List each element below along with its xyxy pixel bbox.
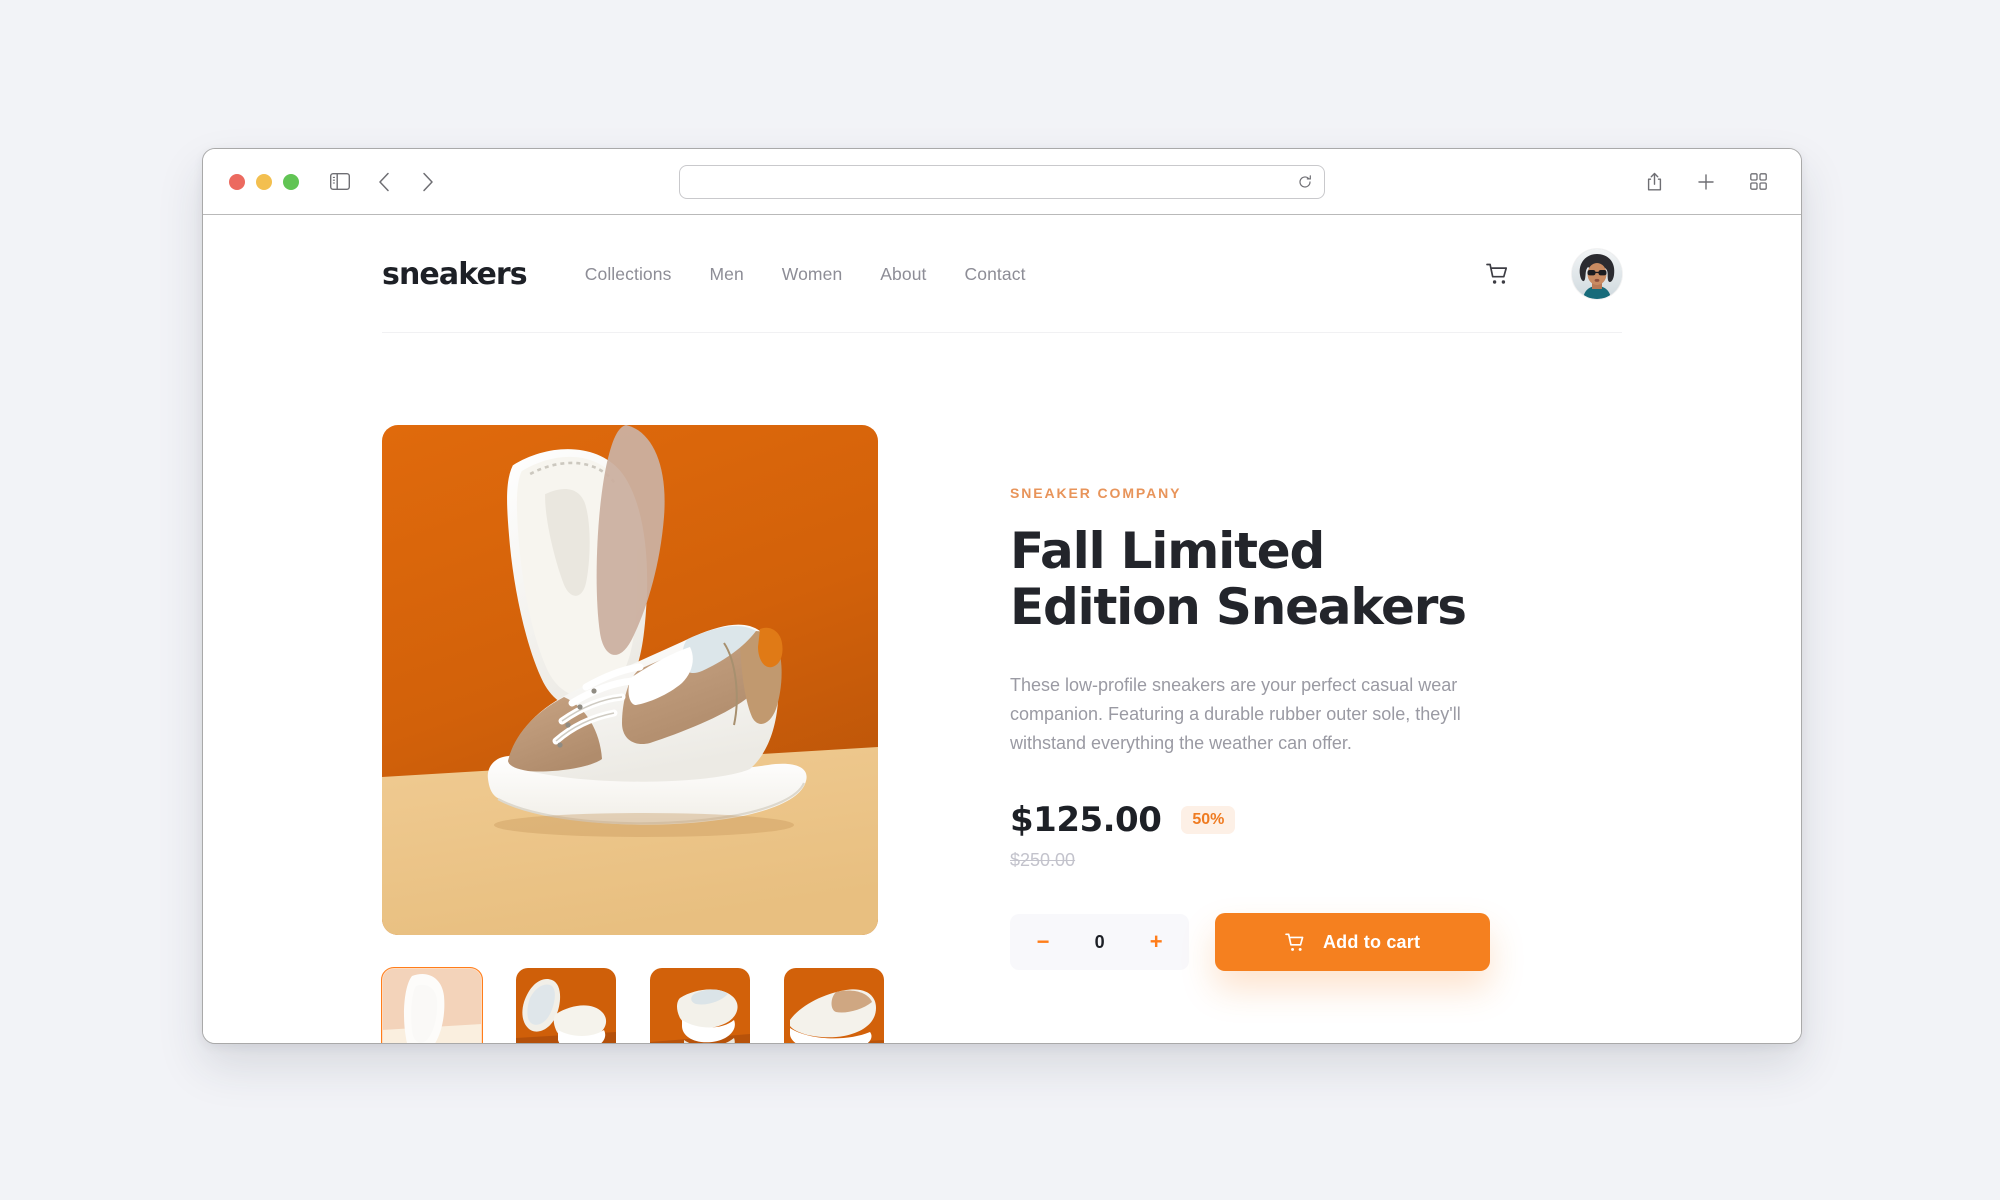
- nav-item-contact[interactable]: Contact: [965, 264, 1026, 285]
- browser-window: sneakers Collections Men Women About Con…: [202, 148, 1802, 1044]
- page-content: sneakers Collections Men Women About Con…: [203, 215, 1801, 1043]
- avatar[interactable]: [1572, 249, 1622, 299]
- product-thumbnail-2[interactable]: [516, 968, 616, 1043]
- product-actions: − 0 + Add to cart: [1010, 913, 1490, 972]
- product-info: SNEAKER COMPANY Fall Limited Edition Sne…: [1010, 425, 1490, 1043]
- cart-icon[interactable]: [1486, 263, 1510, 285]
- product-gallery: [381, 425, 884, 1043]
- nav-item-women[interactable]: Women: [782, 264, 842, 285]
- nav-item-men[interactable]: Men: [709, 264, 743, 285]
- minimize-window-button[interactable]: [256, 173, 272, 190]
- add-to-cart-button[interactable]: Add to cart: [1215, 913, 1490, 972]
- browser-nav-controls: [323, 165, 445, 199]
- product-thumbnails: [381, 967, 884, 1043]
- close-window-button[interactable]: [229, 173, 245, 190]
- plus-icon[interactable]: [1689, 165, 1723, 199]
- header-actions: [1486, 249, 1622, 299]
- product-thumbnail-1[interactable]: [381, 967, 483, 1043]
- browser-toolbar: [203, 149, 1801, 215]
- product-title: Fall Limited Edition Sneakers: [1010, 522, 1467, 636]
- current-price: $125.00: [1010, 800, 1162, 841]
- maximize-window-button[interactable]: [283, 173, 299, 190]
- back-icon[interactable]: [367, 165, 401, 199]
- product-section: SNEAKER COMPANY Fall Limited Edition Sne…: [381, 333, 1622, 1043]
- sidebar-toggle-icon[interactable]: [323, 165, 357, 199]
- product-description: These low-profile sneakers are your perf…: [1010, 675, 1461, 754]
- window-controls: [229, 173, 299, 190]
- nav-item-collections[interactable]: Collections: [585, 264, 672, 285]
- discount-badge: 50%: [1181, 806, 1236, 835]
- cart-icon-button: [1285, 933, 1306, 952]
- tab-overview-icon[interactable]: [1741, 165, 1775, 199]
- product-main-image[interactable]: [382, 425, 878, 935]
- product-thumbnail-3[interactable]: [650, 968, 750, 1043]
- decrement-quantity-button[interactable]: −: [1032, 931, 1054, 953]
- increment-quantity-button[interactable]: +: [1145, 931, 1167, 953]
- browser-toolbar-actions: [1637, 165, 1775, 199]
- site-header: sneakers Collections Men Women About Con…: [382, 215, 1622, 333]
- quantity-value: 0: [1094, 931, 1105, 952]
- address-bar[interactable]: [679, 164, 1325, 199]
- original-price: $250.00: [1010, 850, 1076, 871]
- site-logo[interactable]: sneakers: [382, 257, 528, 292]
- reload-icon[interactable]: [1298, 174, 1312, 189]
- forward-icon[interactable]: [411, 165, 445, 199]
- product-thumbnail-4[interactable]: [784, 968, 884, 1043]
- price-block: $125.00 50% $250.00: [1010, 800, 1490, 871]
- price-row: $125.00 50%: [1010, 800, 1490, 840]
- add-to-cart-label: Add to cart: [1322, 931, 1421, 952]
- product-brand: SNEAKER COMPANY: [1010, 485, 1182, 501]
- thumbnail-selected-overlay: [382, 968, 482, 1043]
- quantity-stepper: − 0 +: [1010, 914, 1190, 971]
- nav-item-about[interactable]: About: [880, 264, 926, 285]
- main-navigation: Collections Men Women About Contact: [585, 264, 1026, 285]
- share-icon[interactable]: [1637, 165, 1671, 199]
